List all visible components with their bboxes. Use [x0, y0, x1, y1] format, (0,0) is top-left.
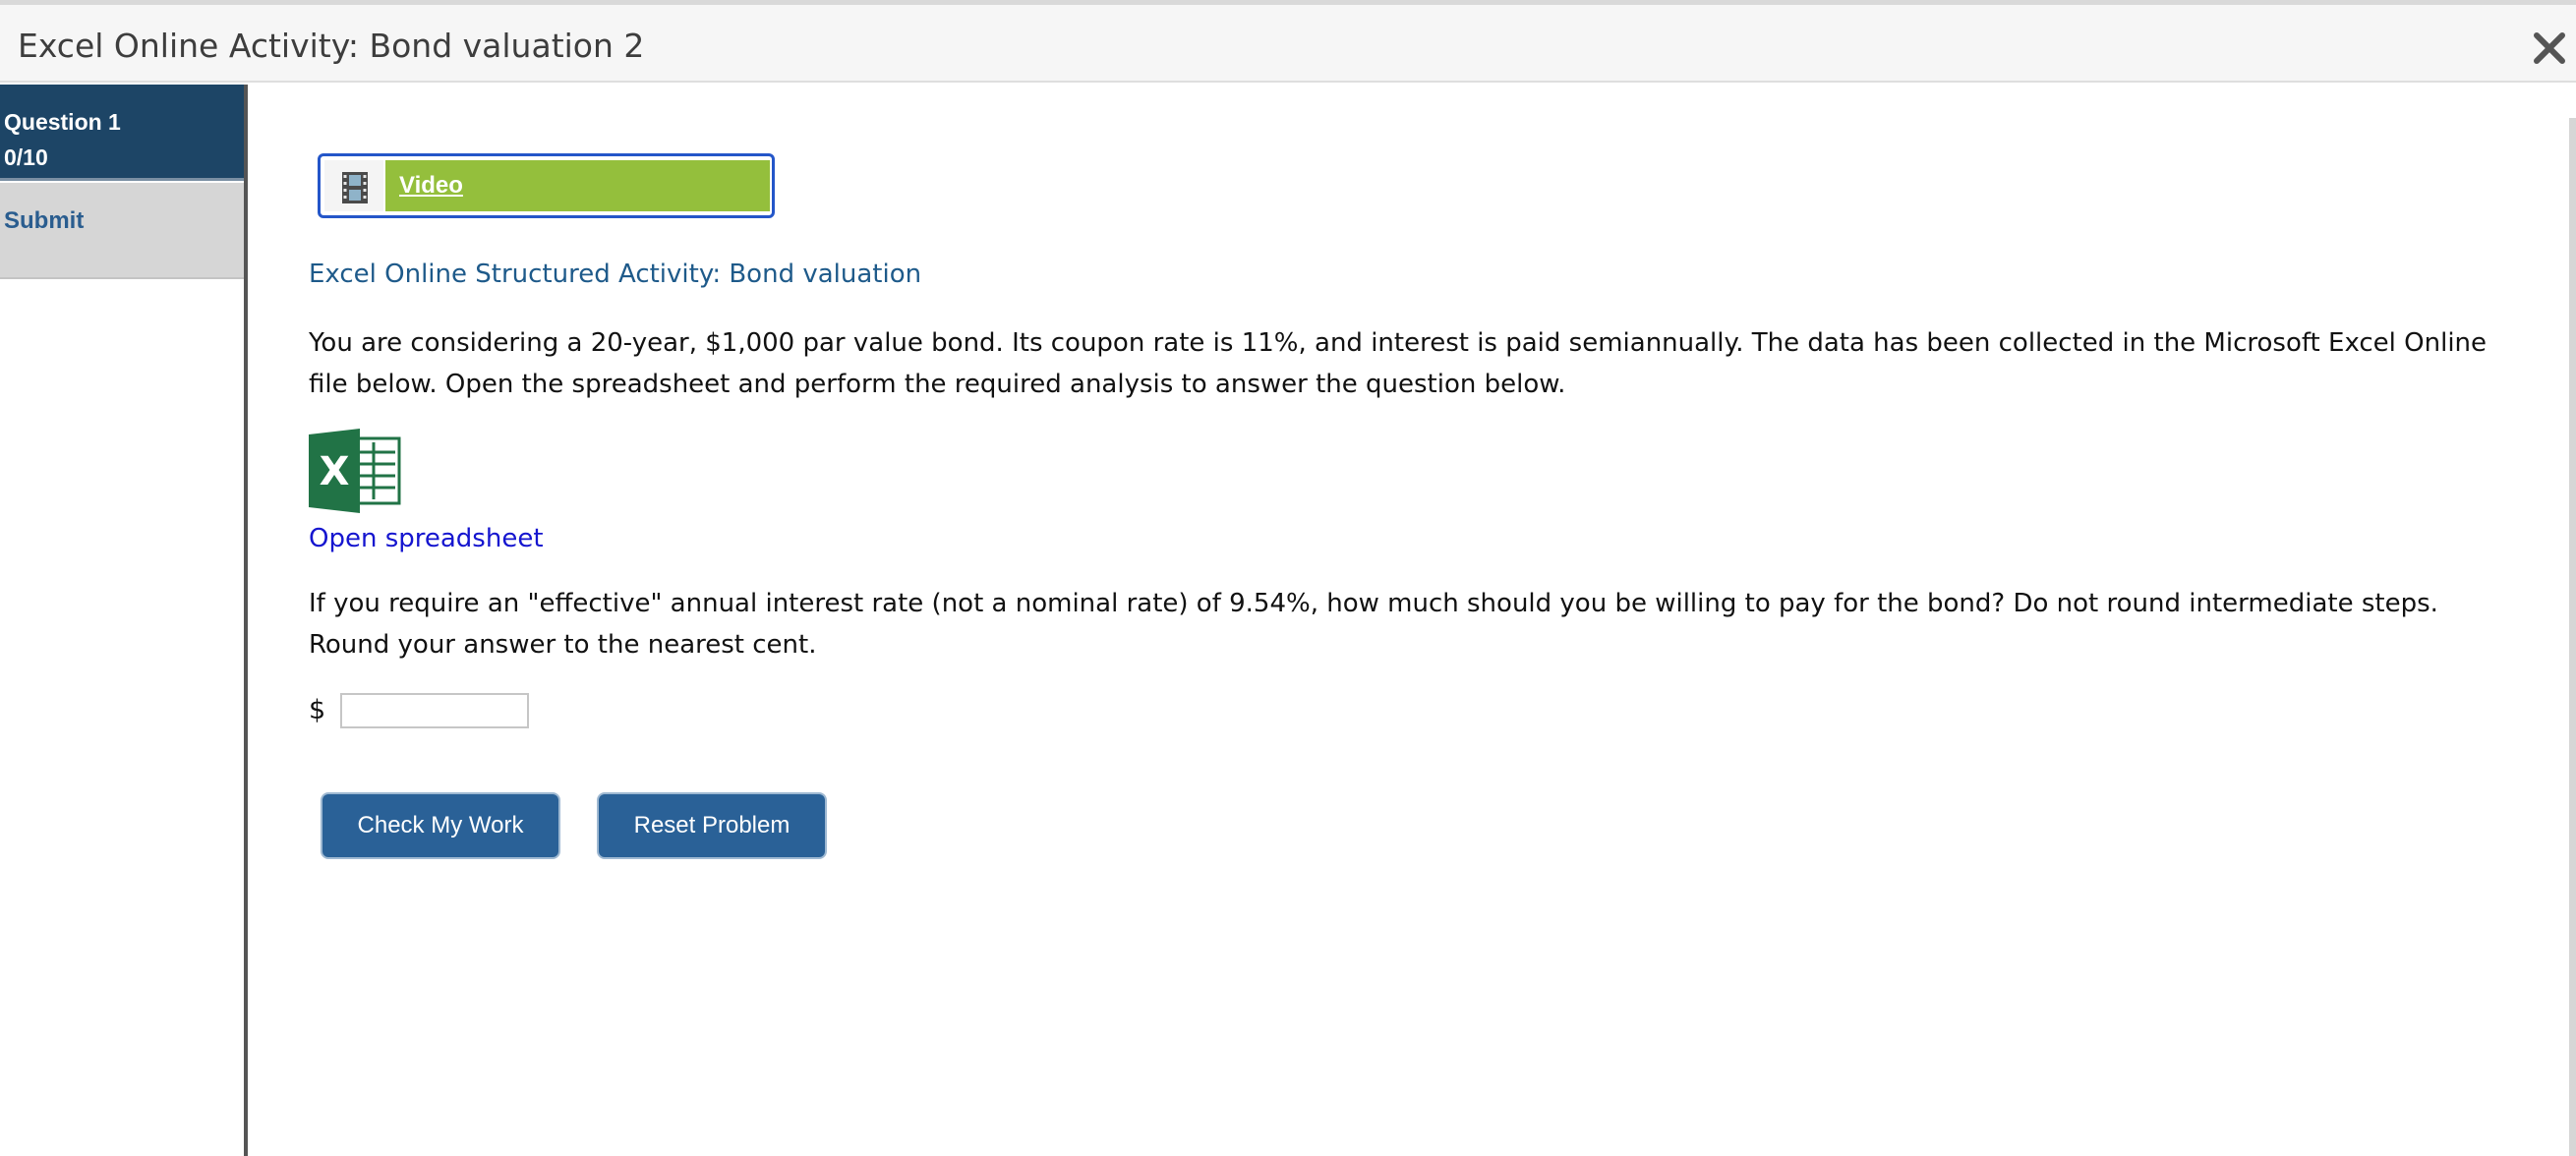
answer-input[interactable]	[340, 693, 529, 728]
video-link[interactable]: Video	[399, 172, 463, 200]
sidebar-submit-button[interactable]: Submit	[0, 183, 244, 279]
scrollbar[interactable]	[2569, 118, 2576, 1156]
svg-text:X: X	[320, 449, 350, 494]
question-text: If you require an "effective" annual int…	[309, 589, 2438, 660]
question-sidebar: Question 1 0/10 Submit	[0, 85, 248, 1156]
problem-statement: You are considering a 20-year, $1,000 pa…	[309, 328, 2488, 399]
open-spreadsheet-link[interactable]: Open spreadsheet	[309, 524, 544, 553]
window-title: Excel Online Activity: Bond valuation 2	[18, 27, 645, 65]
question-label: Question 1	[4, 109, 121, 135]
submit-label: Submit	[4, 207, 85, 234]
question-score: 0/10	[4, 144, 48, 170]
sidebar-item-question-1[interactable]: Question 1 0/10	[0, 85, 244, 181]
activity-heading: Excel Online Structured Activity: Bond v…	[309, 260, 922, 289]
title-bar: Excel Online Activity: Bond valuation 2	[0, 5, 2576, 83]
video-button[interactable]: Video	[318, 153, 775, 218]
currency-prefix: $	[309, 695, 326, 725]
close-icon[interactable]	[2532, 30, 2567, 66]
reset-problem-button[interactable]: Reset Problem	[597, 792, 827, 859]
film-icon	[342, 172, 368, 203]
check-my-work-button[interactable]: Check My Work	[321, 792, 560, 859]
excel-icon[interactable]: X	[309, 429, 401, 513]
video-label-area: Video	[385, 160, 770, 211]
video-icon-area	[324, 160, 383, 211]
